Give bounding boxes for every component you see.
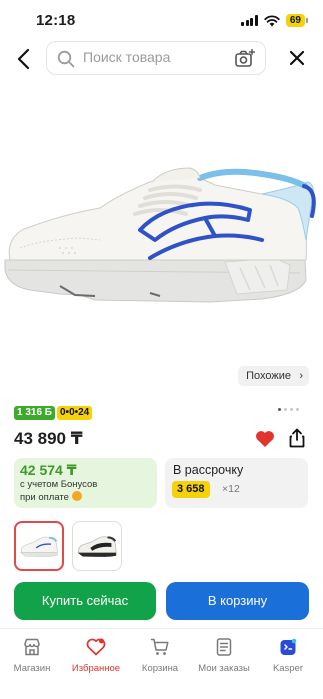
color-variant-white[interactable] [14, 521, 64, 571]
chevron-right-icon: › [299, 370, 303, 382]
nav-label-store: Магазин [13, 663, 51, 674]
add-to-cart-button[interactable]: В корзину [166, 582, 309, 620]
installment-card[interactable]: В рассрочку 3 658 ×12 [165, 458, 308, 508]
coin-icon [71, 491, 82, 501]
nav-item-store[interactable]: Магазин [0, 637, 64, 674]
store-icon [24, 638, 40, 656]
installment-amount: 3 658 [172, 481, 210, 498]
status-time: 12:18 [36, 12, 76, 29]
product-image[interactable] [0, 90, 323, 355]
installment-badge: 0•0•24 [57, 406, 93, 420]
bottom-nav: Магазин Избранное Корзина Мои заказы Kas… [0, 628, 323, 699]
signal-icon [241, 15, 258, 26]
nav-label-cart: Корзина [141, 663, 179, 674]
nav-label-orders: Мои заказы [198, 663, 250, 674]
nav-item-orders[interactable]: Мои заказы [192, 637, 256, 674]
kasper-icon [280, 638, 297, 655]
color-variant-black[interactable] [72, 521, 122, 571]
variant-black-image [77, 536, 117, 557]
bonus-description: с учетом Бонусов при оплате [20, 479, 130, 504]
nav-item-kasper[interactable]: Kasper [256, 637, 320, 674]
nav-item-favorites[interactable]: Избранное [64, 637, 128, 674]
bonus-price: 42 574 ₸ [20, 462, 77, 478]
top-bar [0, 41, 323, 77]
buy-now-button[interactable]: Купить сейчас [14, 582, 156, 620]
bonus-desc-line2: при оплате [20, 492, 69, 503]
nav-label-kasper: Kasper [272, 663, 304, 674]
status-icons: 69 [241, 14, 309, 27]
search-input[interactable] [83, 49, 223, 65]
orders-icon [216, 638, 232, 656]
back-arrow-icon[interactable] [14, 47, 36, 71]
variant-white-image [19, 536, 58, 557]
badges: 1 316 Б 0•0•24 [14, 406, 93, 420]
status-bar: 12:18 69 [0, 0, 323, 40]
close-icon[interactable] [287, 48, 307, 68]
nav-label-favorites: Избранное [71, 663, 121, 674]
nav-item-cart[interactable]: Корзина [128, 637, 192, 674]
cart-icon [150, 638, 169, 655]
battery-indicator: 69 [285, 14, 309, 27]
bonus-price-card[interactable]: 42 574 ₸ с учетом Бонусов при оплате [14, 458, 157, 508]
installment-label: В рассрочку [173, 463, 244, 477]
installment-months: ×12 [222, 483, 240, 495]
favorite-heart-icon[interactable] [255, 430, 275, 448]
similar-products-button[interactable]: Похожие › [238, 366, 309, 386]
bonus-badge: 1 316 Б [14, 406, 55, 420]
wifi-icon [264, 14, 280, 26]
image-pager-dots [278, 408, 299, 411]
bonus-desc-line1: с учетом Бонусов [20, 479, 98, 490]
product-price: 43 890 ₸ [14, 429, 83, 448]
search-box[interactable] [46, 41, 266, 75]
heart-icon [86, 638, 106, 656]
camera-icon[interactable] [235, 49, 255, 68]
share-icon[interactable] [288, 428, 306, 448]
similar-label: Похожие [246, 370, 291, 382]
search-icon [57, 50, 75, 68]
